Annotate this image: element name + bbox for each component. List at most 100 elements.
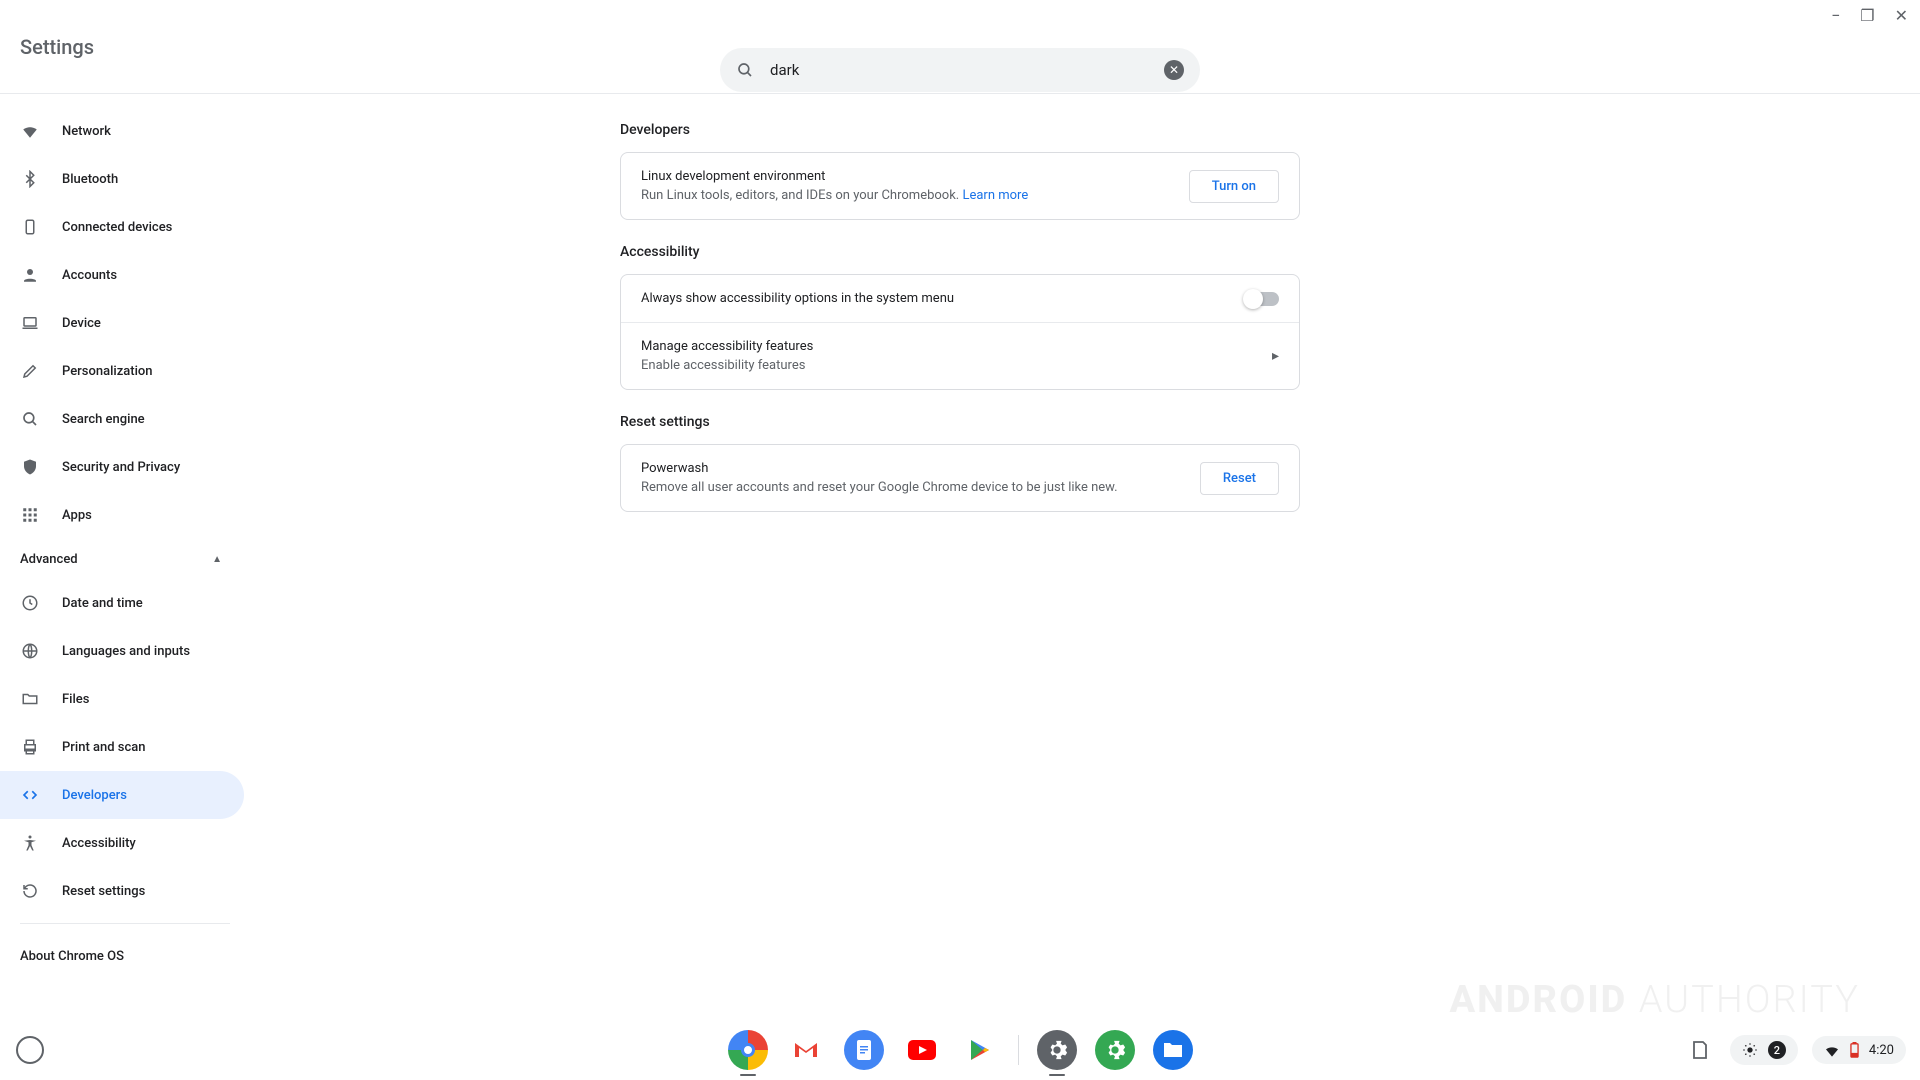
sidebar-item-label: Files [62, 692, 89, 707]
always-show-accessibility-title: Always show accessibility options in the… [641, 291, 1245, 306]
sidebar-item-label: Developers [62, 788, 127, 803]
settings-header: Settings ✕ [0, 0, 1920, 94]
tray-page-button[interactable] [1684, 1034, 1716, 1066]
sidebar-item-accessibility[interactable]: Accessibility [0, 819, 244, 867]
sidebar-item-label: Security and Privacy [62, 460, 180, 475]
globe-icon [20, 641, 40, 661]
sidebar-item-label: Date and time [62, 596, 143, 611]
turn-on-button[interactable]: Turn on [1189, 170, 1279, 203]
gmail-icon [793, 1040, 819, 1060]
section-title-accessibility: Accessibility [620, 244, 1300, 260]
sidebar-item-languages-inputs[interactable]: Languages and inputs [0, 627, 244, 675]
minimize-button[interactable]: − [1831, 8, 1840, 24]
sidebar-item-label: Device [62, 316, 101, 331]
maximize-button[interactable]: ❐ [1860, 8, 1874, 24]
section-title-developers: Developers [620, 122, 1300, 138]
sidebar-item-print-scan[interactable]: Print and scan [0, 723, 244, 771]
clear-search-button[interactable]: ✕ [1164, 60, 1184, 80]
reset-card: Powerwash Remove all user accounts and r… [620, 444, 1300, 512]
manage-accessibility-row[interactable]: Manage accessibility features Enable acc… [621, 323, 1299, 389]
sidebar-item-bluetooth[interactable]: Bluetooth [0, 155, 244, 203]
docs-icon [855, 1038, 873, 1062]
wifi-icon [1824, 1043, 1840, 1057]
shelf-app-docs[interactable] [844, 1030, 884, 1070]
search-icon [20, 409, 40, 429]
system-tray: 2 4:20 [1684, 1034, 1906, 1066]
tray-status[interactable]: 4:20 [1812, 1036, 1906, 1064]
window-controls: − ❐ ✕ [1831, 8, 1908, 24]
shelf-app-settings-2[interactable] [1095, 1030, 1135, 1070]
sidebar-item-label: Network [62, 124, 111, 139]
sidebar-item-device[interactable]: Device [0, 299, 244, 347]
shelf-app-settings-1[interactable] [1037, 1030, 1077, 1070]
powerwash-title: Powerwash [641, 461, 1200, 476]
close-button[interactable]: ✕ [1895, 8, 1908, 24]
search-box[interactable]: ✕ [720, 48, 1200, 92]
always-show-accessibility-toggle[interactable] [1245, 292, 1279, 306]
location-icon [1742, 1042, 1758, 1058]
sidebar-item-label: Print and scan [62, 740, 146, 755]
watermark: ANDROID AUTHORITY [1449, 978, 1860, 1022]
sidebar-item-label: Reset settings [62, 884, 145, 899]
always-show-accessibility-row[interactable]: Always show accessibility options in the… [621, 275, 1299, 323]
developers-card: Linux development environment Run Linux … [620, 152, 1300, 220]
search-input[interactable] [770, 61, 1164, 79]
chrome-icon [741, 1043, 755, 1057]
apps-grid-icon [20, 505, 40, 525]
sidebar-item-personalization[interactable]: Personalization [0, 347, 244, 395]
sidebar-item-label: Connected devices [62, 220, 172, 235]
shelf-app-chrome[interactable] [728, 1030, 768, 1070]
sidebar-item-security-privacy[interactable]: Security and Privacy [0, 443, 244, 491]
clock-icon [20, 593, 40, 613]
sidebar-item-label: Personalization [62, 364, 153, 379]
sidebar-item-label: Accounts [62, 268, 117, 283]
sidebar-advanced-toggle[interactable]: Advanced ▲ [0, 539, 250, 579]
pencil-icon [20, 361, 40, 381]
sidebar-item-apps[interactable]: Apps [0, 491, 244, 539]
powerwash-row[interactable]: Powerwash Remove all user accounts and r… [621, 445, 1299, 511]
gear-icon [1046, 1039, 1068, 1061]
sidebar-item-label: Bluetooth [62, 172, 118, 187]
sidebar-divider [20, 923, 230, 924]
folder-icon [20, 689, 40, 709]
wifi-icon [20, 121, 40, 141]
launcher-button[interactable] [16, 1036, 44, 1064]
sidebar-item-label: Search engine [62, 412, 145, 427]
shield-icon [20, 457, 40, 477]
manage-accessibility-title: Manage accessibility features [641, 339, 1262, 354]
linux-dev-desc: Run Linux tools, editors, and IDEs on yo… [641, 188, 1189, 203]
sidebar-item-label: About Chrome OS [20, 949, 124, 964]
notification-count-badge: 2 [1768, 1041, 1786, 1059]
shelf-app-gmail[interactable] [786, 1030, 826, 1070]
sidebar-item-reset-settings[interactable]: Reset settings [0, 867, 244, 915]
accessibility-card: Always show accessibility options in the… [620, 274, 1300, 390]
settings-main: Developers Linux development environment… [620, 110, 1300, 512]
sidebar-item-connected-devices[interactable]: Connected devices [0, 203, 244, 251]
person-icon [20, 265, 40, 285]
sidebar-item-date-time[interactable]: Date and time [0, 579, 244, 627]
printer-icon [20, 737, 40, 757]
shelf-app-play-store[interactable] [960, 1030, 1000, 1070]
accessibility-icon [20, 833, 40, 853]
sidebar-advanced-label: Advanced [20, 552, 78, 567]
page-icon [1691, 1040, 1709, 1060]
linux-dev-row[interactable]: Linux development environment Run Linux … [621, 153, 1299, 219]
phone-icon [20, 217, 40, 237]
sidebar-item-network[interactable]: Network [0, 107, 244, 155]
learn-more-link[interactable]: Learn more [962, 188, 1028, 203]
shelf-app-files[interactable] [1153, 1030, 1193, 1070]
sidebar-item-about[interactable]: About Chrome OS [0, 932, 244, 980]
tray-notifications[interactable]: 2 [1730, 1035, 1798, 1065]
shelf-app-youtube[interactable] [902, 1030, 942, 1070]
sidebar-item-files[interactable]: Files [0, 675, 244, 723]
sidebar-item-search-engine[interactable]: Search engine [0, 395, 244, 443]
shelf: 2 4:20 [0, 1020, 1920, 1080]
play-store-icon [969, 1038, 991, 1062]
sidebar-item-accounts[interactable]: Accounts [0, 251, 244, 299]
linux-dev-title: Linux development environment [641, 169, 1189, 184]
sidebar-item-developers[interactable]: Developers [0, 771, 244, 819]
manage-accessibility-desc: Enable accessibility features [641, 358, 1262, 373]
sidebar-item-label: Apps [62, 508, 92, 523]
reset-button[interactable]: Reset [1200, 462, 1279, 495]
bluetooth-icon [20, 169, 40, 189]
